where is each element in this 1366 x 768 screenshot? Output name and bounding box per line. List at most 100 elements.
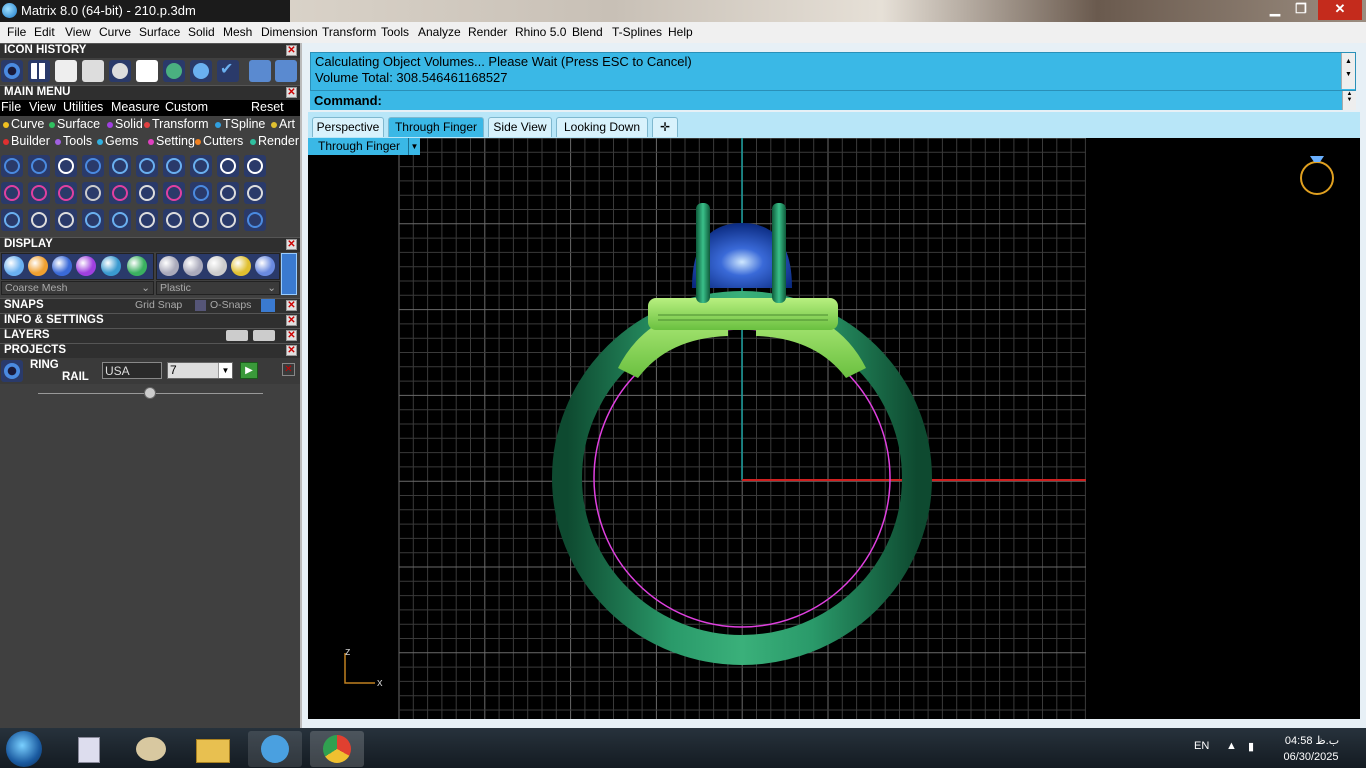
mesh-select[interactable]: Coarse Mesh ⌄ [1, 281, 154, 295]
tray-arrow-icon[interactable]: ▲ [1226, 740, 1237, 752]
slider-handle[interactable] [144, 387, 156, 399]
layer-visibility-icon[interactable] [226, 330, 248, 341]
ring-rail-icon[interactable] [1, 360, 23, 382]
history-stone-tool[interactable] [109, 60, 131, 82]
start-button[interactable] [6, 731, 42, 767]
tool-button[interactable] [82, 182, 104, 204]
chrome-icon[interactable] [310, 731, 364, 767]
tool-button[interactable] [1, 155, 23, 177]
eye-icon[interactable] [253, 330, 275, 341]
main-menu-measure[interactable]: Measure [111, 100, 160, 114]
tool-button[interactable] [28, 182, 50, 204]
file-explorer-icon[interactable] [186, 731, 240, 767]
category-surface[interactable]: Surface [48, 117, 100, 131]
display-mode-icon[interactable] [4, 256, 24, 276]
category-cutters[interactable]: Cutters [194, 134, 243, 148]
category-gems[interactable]: Gems [96, 134, 138, 148]
command-scrollbar[interactable]: ▲ ▼ [1341, 53, 1355, 89]
menu-mesh[interactable]: Mesh [223, 25, 252, 39]
add-tab-icon[interactable]: ✛ [652, 117, 678, 137]
display-mode-icon[interactable] [28, 256, 48, 276]
category-tools[interactable]: Tools [54, 134, 92, 148]
tool-button[interactable] [28, 155, 50, 177]
command-input[interactable] [388, 92, 1340, 109]
category-tspline[interactable]: TSpline [214, 117, 265, 131]
tool-button[interactable] [82, 155, 104, 177]
tool-button[interactable] [109, 155, 131, 177]
osnaps-toggle[interactable]: O-Snaps [210, 299, 251, 312]
display-mode-icon[interactable] [231, 256, 251, 276]
menu-rhino[interactable]: Rhino 5.0 [515, 25, 566, 39]
network-icon[interactable]: ▮ [1248, 740, 1254, 753]
display-mode-icon[interactable] [207, 256, 227, 276]
restore-button[interactable]: ❐ [1286, 0, 1316, 20]
history-screenshot-tool[interactable] [55, 60, 77, 82]
tool-button[interactable] [109, 209, 131, 231]
menu-edit[interactable]: Edit [34, 25, 55, 39]
tool-button[interactable] [190, 155, 212, 177]
display-toggle[interactable] [281, 253, 297, 295]
menu-view[interactable]: View [65, 25, 91, 39]
category-builder[interactable]: Builder [2, 134, 50, 148]
display-mode-icon[interactable] [52, 256, 72, 276]
close-button[interactable]: ✕ [1318, 0, 1362, 20]
tab-perspective[interactable]: Perspective [312, 117, 384, 137]
tool-button[interactable] [163, 182, 185, 204]
tool-button[interactable] [190, 209, 212, 231]
tool-button[interactable] [190, 182, 212, 204]
tool-button[interactable] [136, 182, 158, 204]
grid-snap-toggle[interactable]: Grid Snap [135, 299, 182, 312]
menu-tsplines[interactable]: T-Splines [612, 25, 662, 39]
main-menu-view[interactable]: View [29, 100, 56, 114]
menu-curve[interactable]: Curve [99, 25, 131, 39]
size-system-input[interactable] [102, 362, 162, 379]
ring-view-icon[interactable] [1300, 161, 1334, 195]
close-icon[interactable]: ✕ [286, 45, 297, 56]
tool-button[interactable] [1, 182, 23, 204]
category-transform[interactable]: Transform [143, 117, 209, 131]
close-icon[interactable]: ✕ [286, 239, 297, 250]
tool-button[interactable] [163, 209, 185, 231]
tool-button[interactable] [217, 155, 239, 177]
play-button[interactable]: ▶ [240, 362, 258, 379]
tool-button[interactable] [217, 209, 239, 231]
category-solid[interactable]: Solid [106, 117, 143, 131]
display-mode-icon[interactable] [127, 256, 147, 276]
matrix-taskbar-icon[interactable] [248, 731, 302, 767]
tool-button[interactable] [109, 182, 131, 204]
viewport-through-finger[interactable]: z x Through Finger ▼ [308, 138, 1360, 719]
snap-toggle-button[interactable] [261, 299, 275, 312]
close-icon[interactable]: ✕ [286, 315, 297, 326]
menu-file[interactable]: File [7, 25, 26, 39]
main-menu-utilities[interactable]: Utilities [63, 100, 103, 114]
tool-button[interactable] [82, 209, 104, 231]
tab-through-finger[interactable]: Through Finger [388, 117, 484, 137]
tab-side-view[interactable]: Side View [488, 117, 552, 137]
history-new-file-tool[interactable] [136, 60, 158, 82]
category-art[interactable]: Art [270, 117, 295, 131]
tool-button[interactable] [1, 209, 23, 231]
menu-analyze[interactable]: Analyze [418, 25, 461, 39]
close-icon[interactable]: ✕ [286, 87, 297, 98]
language-indicator[interactable]: EN [1194, 740, 1209, 752]
clock-time[interactable]: 04:58 ب.ظ [1280, 734, 1344, 747]
history-render-tool[interactable] [190, 60, 212, 82]
forward-arrow-icon[interactable] [275, 60, 297, 82]
tab-looking-down[interactable]: Looking Down [556, 117, 648, 137]
menu-tools[interactable]: Tools [381, 25, 409, 39]
tool-button[interactable] [28, 209, 50, 231]
menu-render[interactable]: Render [468, 25, 507, 39]
history-gem-tool[interactable] [82, 60, 104, 82]
command-spinner[interactable]: ▲ ▼ [1342, 91, 1356, 110]
category-render[interactable]: Render [249, 134, 299, 148]
tool-button[interactable] [244, 155, 266, 177]
display-mode-icon[interactable] [159, 256, 179, 276]
close-icon[interactable]: ✕ [286, 300, 297, 311]
history-check-tool[interactable]: ✔ [217, 60, 239, 82]
tool-button[interactable] [244, 209, 266, 231]
clock-date[interactable]: 06/30/2025 [1276, 751, 1346, 763]
menu-surface[interactable]: Surface [139, 25, 180, 39]
history-viewport-tool[interactable] [28, 60, 50, 82]
paint-icon[interactable] [124, 731, 178, 767]
tool-button[interactable] [55, 209, 77, 231]
